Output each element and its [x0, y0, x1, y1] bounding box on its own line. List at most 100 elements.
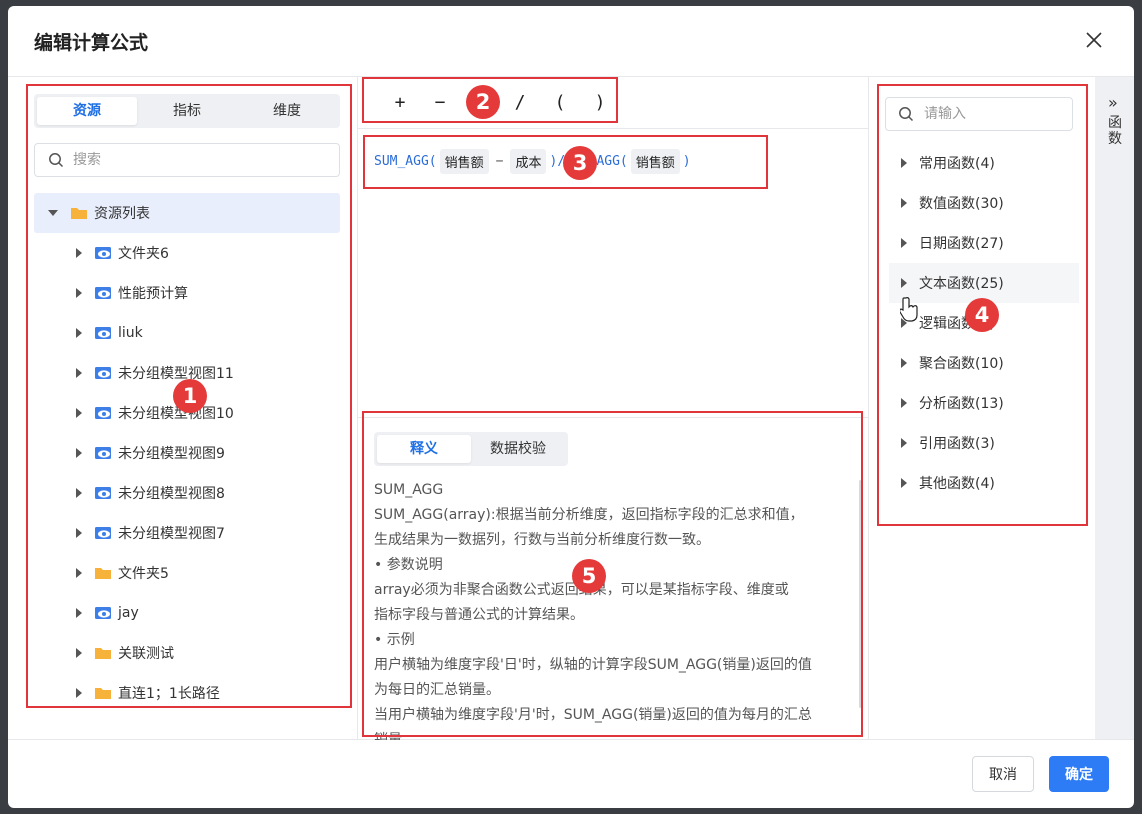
hand-cursor-icon — [900, 297, 918, 322]
tree-item[interactable]: 文件夹5 — [34, 553, 340, 593]
caret-right-icon[interactable] — [901, 198, 907, 208]
caret-right-icon[interactable] — [76, 408, 82, 418]
caret-right-icon[interactable] — [76, 368, 82, 378]
function-category[interactable]: 日期函数(27) — [889, 223, 1079, 263]
caret-right-icon[interactable] — [76, 288, 82, 298]
tab-metrics[interactable]: 指标 — [137, 97, 237, 125]
resource-search-input[interactable] — [73, 150, 323, 170]
dialog-header: 编辑计算公式 — [8, 6, 1134, 76]
tree-item[interactable]: 直连1；1长路径 — [34, 673, 340, 713]
function-category[interactable]: 常用函数(4) — [889, 143, 1079, 183]
resource-search — [34, 143, 340, 177]
tab-explanation[interactable]: 释义 — [377, 435, 471, 463]
function-category[interactable]: 其他函数(4) — [889, 463, 1079, 503]
field-chip[interactable]: 销售额 — [630, 149, 680, 174]
model-view-icon — [95, 607, 111, 619]
op-rparen-button[interactable]: ) — [580, 92, 620, 113]
resource-panel: 资源 指标 维度 资源列表 文件夹6 性能预计算 liuk 未分组模型视图11 未分组模… — [8, 77, 358, 739]
function-side-rail[interactable]: » 函数 — [1095, 77, 1134, 739]
op-plus-button[interactable]: + — [380, 92, 420, 113]
field-chip[interactable]: 成本 — [510, 149, 547, 174]
desc-line: • 示例 — [374, 632, 415, 648]
tree-item-label: 直连1；1长路径 — [118, 686, 220, 702]
caret-right-icon[interactable] — [76, 648, 82, 658]
caret-right-icon[interactable] — [901, 398, 907, 408]
resource-tabs: 资源 指标 维度 — [34, 94, 340, 128]
tree-item[interactable]: 未分组模型视图8 — [34, 473, 340, 513]
tab-resources[interactable]: 资源 — [37, 97, 137, 125]
expand-icon[interactable]: » — [1108, 93, 1118, 112]
caret-right-icon[interactable] — [76, 528, 82, 538]
field-chip[interactable]: 销售额 — [439, 149, 489, 174]
function-category[interactable]: 引用函数(3) — [889, 423, 1079, 463]
folder-icon — [95, 688, 111, 699]
caret-right-icon[interactable] — [76, 328, 82, 338]
tab-dimensions[interactable]: 维度 — [237, 97, 337, 125]
caret-right-icon[interactable] — [901, 158, 907, 168]
tab-data-validation[interactable]: 数据校验 — [471, 435, 565, 463]
tree-item[interactable]: jay — [34, 593, 340, 633]
tree-item[interactable]: 性能预计算 — [34, 273, 340, 313]
tree-item-label: jay — [118, 605, 139, 621]
formula-editor[interactable]: SUM_AGG( 销售额 − 成本 ) / SUM_AGG( 销售额 ) — [374, 149, 691, 174]
tree-item[interactable]: 未分组模型视图9 — [34, 433, 340, 473]
caret-right-icon[interactable] — [76, 248, 82, 258]
tree-item-label: 未分组模型视图11 — [118, 366, 234, 382]
desc-line: array必须为非聚合函数公式返回结果，可以是某指标字段、维度或 — [374, 582, 789, 598]
dialog-body: 资源 指标 维度 资源列表 文件夹6 性能预计算 liuk 未分组模型视图11 未分组模… — [8, 76, 1134, 740]
model-view-icon — [95, 527, 111, 539]
caret-right-icon[interactable] — [76, 608, 82, 618]
tree-item[interactable]: 关联测试 — [34, 633, 340, 673]
tree-item-label: 关联测试 — [118, 646, 174, 662]
op-lparen-button[interactable]: ( — [540, 92, 580, 113]
resource-tree: 资源列表 文件夹6 性能预计算 liuk 未分组模型视图11 未分组模型视图10 未分组模… — [34, 193, 340, 713]
tree-item[interactable]: 未分组模型视图7 — [34, 513, 340, 553]
caret-right-icon[interactable] — [901, 358, 907, 368]
description-scrollbar[interactable] — [859, 480, 862, 708]
close-icon[interactable] — [1084, 30, 1104, 50]
caret-right-icon[interactable] — [901, 238, 907, 248]
model-view-icon — [95, 247, 111, 259]
formula-panel: + − × / ( ) SUM_AGG( 销售额 − 成本 ) / SUM_AG… — [358, 77, 869, 741]
caret-right-icon[interactable] — [901, 278, 907, 288]
caret-right-icon[interactable] — [901, 438, 907, 448]
edit-formula-dialog: 编辑计算公式 资源 指标 维度 资 — [8, 6, 1134, 808]
caret-right-icon[interactable] — [901, 478, 907, 488]
op-divide-button[interactable]: / — [500, 92, 540, 113]
confirm-button[interactable]: 确定 — [1049, 756, 1109, 792]
function-category-label: 其他函数(4) — [919, 476, 995, 492]
caret-down-icon[interactable] — [48, 210, 58, 216]
function-category[interactable]: 聚合函数(10) — [889, 343, 1079, 383]
caret-right-icon[interactable] — [76, 448, 82, 458]
desc-line: 当用户横轴为维度字段'月'时，SUM_AGG(销量)返回的值为每月的汇总 — [374, 707, 812, 723]
tree-root[interactable]: 资源列表 — [34, 193, 340, 233]
folder-icon — [71, 208, 87, 219]
caret-right-icon[interactable] — [76, 688, 82, 698]
tree-item-label: 未分组模型视图9 — [118, 446, 225, 462]
dialog-footer: 取消 确定 — [8, 740, 1134, 808]
model-view-icon — [95, 327, 111, 339]
caret-right-icon[interactable] — [76, 568, 82, 578]
tree-item-label: 未分组模型视图8 — [118, 486, 225, 502]
tree-item[interactable]: 文件夹6 — [34, 233, 340, 273]
tree-item[interactable]: 未分组模型视图10 — [34, 393, 340, 433]
desc-line: 指标字段与普通公式的计算结果。 — [374, 607, 584, 623]
operator-toolbar: + − × / ( ) — [358, 77, 868, 129]
caret-right-icon[interactable] — [76, 488, 82, 498]
tree-item-label: 未分组模型视图10 — [118, 406, 234, 422]
function-category[interactable]: 数值函数(30) — [889, 183, 1079, 223]
formula-operator: / — [557, 154, 566, 169]
function-category[interactable]: 分析函数(13) — [889, 383, 1079, 423]
tree-item[interactable]: 未分组模型视图11 — [34, 353, 340, 393]
function-category-label: 日期函数(27) — [919, 236, 1004, 252]
description-area: 释义 数据校验 SUM_AGG SUM_AGG(array):根据当前分析维度，… — [358, 417, 868, 741]
cancel-button[interactable]: 取消 — [972, 756, 1034, 792]
function-category-label: 逻辑函数(6) — [919, 316, 995, 332]
op-minus-button[interactable]: − — [420, 92, 460, 113]
tree-item-label: 未分组模型视图7 — [118, 526, 225, 542]
function-search-input[interactable] — [924, 104, 1064, 124]
tree-item[interactable]: liuk — [34, 313, 340, 353]
op-multiply-button[interactable]: × — [460, 92, 500, 113]
model-view-icon — [95, 367, 111, 379]
formula-function: SUM_AGG( — [565, 154, 628, 169]
